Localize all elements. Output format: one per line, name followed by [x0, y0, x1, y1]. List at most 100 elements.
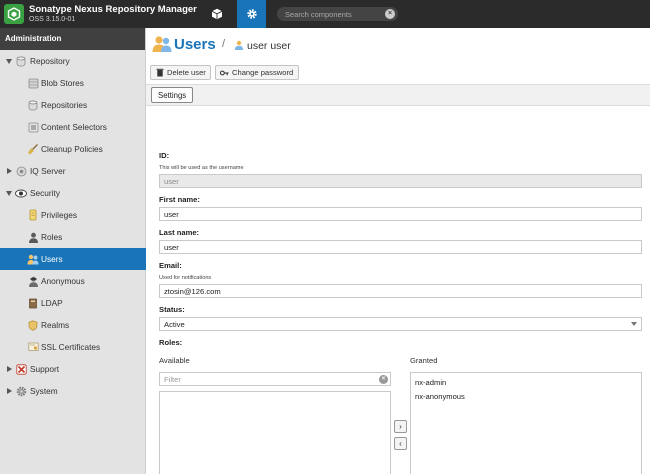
cube-icon [211, 8, 223, 20]
support-icon [15, 363, 27, 375]
trash-icon [155, 68, 164, 77]
sidebar-item-label: Anonymous [41, 276, 85, 286]
search-box[interactable]: × [277, 7, 398, 21]
sidebar-item-iq-server[interactable]: IQ Server [0, 160, 146, 182]
sidebar-item-cleanup-policies[interactable]: Cleanup Policies [0, 138, 146, 160]
sidebar-item-blob-stores[interactable]: Blob Stores [0, 72, 146, 94]
sidebar-item-label: Security [30, 188, 60, 198]
page-header: Users / user user [146, 28, 650, 62]
anonymous-icon [27, 275, 39, 287]
sidebar-item-label: Repositories [41, 100, 88, 110]
sidebar-item-system[interactable]: System [0, 380, 146, 402]
clear-search-icon[interactable]: × [385, 9, 395, 19]
roles-filter[interactable]: × [159, 372, 391, 386]
broom-icon [27, 143, 39, 155]
chevron-down-icon[interactable] [631, 322, 637, 326]
users-icon [152, 35, 172, 53]
granted-roles-label: Granted [410, 356, 438, 365]
medal-icon [27, 209, 39, 221]
sidebar-item-ssl-certificates[interactable]: SSL Certificates [0, 336, 146, 358]
id-label: ID: [159, 151, 170, 160]
granted-roles-list[interactable]: nx-admin nx-anonymous [410, 372, 642, 474]
sidebar-item-label: IQ Server [30, 166, 66, 176]
sidebar-item-roles[interactable]: Roles [0, 226, 146, 248]
email-field[interactable]: ztosin@126.com [159, 284, 642, 298]
user-icon [234, 40, 244, 50]
toolbar: Delete user Change password [146, 62, 650, 84]
first-name-field[interactable]: user [159, 207, 642, 221]
email-label: Email: [159, 261, 182, 270]
caret-right-icon[interactable] [5, 387, 13, 395]
caret-down-icon[interactable] [5, 189, 13, 197]
status-label: Status: [159, 305, 185, 314]
sidebar: Administration Repository Blob Stores Re… [0, 28, 146, 474]
sidebar-item-privileges[interactable]: Privileges [0, 204, 146, 226]
gear-icon [246, 9, 257, 19]
user-icon [27, 231, 39, 243]
sidebar-item-label: Support [30, 364, 60, 374]
page-subtitle: user user [247, 40, 291, 52]
page-title: Users [174, 36, 216, 53]
browse-button[interactable] [203, 0, 231, 28]
roles-filter-input[interactable] [164, 374, 369, 385]
last-name-field[interactable]: user [159, 240, 642, 254]
last-name-label: Last name: [159, 228, 200, 237]
clear-filter-icon[interactable]: × [379, 375, 388, 384]
change-password-button[interactable]: Change password [215, 65, 299, 80]
sidebar-item-label: Roles [41, 232, 63, 242]
sidebar-item-repository[interactable]: Repository [0, 50, 146, 72]
available-roles-label: Available [159, 356, 190, 365]
sidebar-item-label: Cleanup Policies [41, 144, 103, 154]
delete-user-button[interactable]: Delete user [150, 65, 211, 80]
move-right-button[interactable]: › [394, 420, 407, 433]
certificate-icon [27, 341, 39, 353]
sidebar-item-users[interactable]: Users [0, 248, 146, 270]
search-input[interactable] [285, 7, 381, 21]
id-field: user [159, 174, 642, 188]
main-panel: Users / user user Delete user Change pas… [146, 28, 650, 474]
sidebar-item-label: SSL Certificates [41, 342, 101, 352]
move-left-button[interactable]: ‹ [394, 437, 407, 450]
caret-down-icon[interactable] [5, 57, 13, 65]
sidebar-item-label: Realms [41, 320, 70, 330]
database-icon [15, 55, 27, 67]
sidebar-item-label: Privileges [41, 210, 77, 220]
shield-icon [27, 319, 39, 331]
list-item[interactable]: nx-admin [415, 378, 446, 387]
sidebar-item-realms[interactable]: Realms [0, 314, 146, 336]
email-help: Used for notifications [159, 275, 212, 281]
user-settings-form: ID: This will be used as the username us… [146, 106, 650, 474]
sidebar-item-ldap[interactable]: LDAP [0, 292, 146, 314]
status-select[interactable]: Active [159, 317, 642, 331]
sidebar-item-support[interactable]: Support [0, 358, 146, 380]
sidebar-item-content-selectors[interactable]: Content Selectors [0, 116, 146, 138]
sidebar-item-label: System [30, 386, 58, 396]
gear-icon [15, 385, 27, 397]
key-icon [220, 68, 229, 77]
sidebar-item-label: Blob Stores [41, 78, 84, 88]
id-help: This will be used as the username [159, 165, 244, 171]
list-item[interactable]: nx-anonymous [415, 392, 465, 401]
roles-label: Roles: [159, 338, 183, 347]
nexus-logo-icon[interactable] [4, 4, 24, 24]
sidebar-item-anonymous[interactable]: Anonymous [0, 270, 146, 292]
caret-right-icon[interactable] [5, 167, 13, 175]
iq-server-icon [15, 165, 27, 177]
eye-icon [15, 187, 27, 199]
first-name-label: First name: [159, 195, 200, 204]
administration-button[interactable] [237, 0, 266, 28]
sidebar-item-repositories[interactable]: Repositories [0, 94, 146, 116]
tab-settings[interactable]: Settings [151, 87, 194, 103]
delete-user-label: Delete user [167, 68, 206, 77]
users-icon [27, 253, 39, 265]
app-version: OSS 3.15.0-01 [29, 16, 76, 23]
status-value: Active [164, 320, 185, 329]
database-icon [27, 99, 39, 111]
sidebar-item-security[interactable]: Security [0, 182, 146, 204]
available-roles-list[interactable] [159, 391, 391, 474]
breadcrumb-separator: / [222, 38, 226, 50]
sidebar-item-label: Content Selectors [41, 122, 107, 132]
sidebar-title: Administration [0, 28, 145, 50]
sidebar-item-label: Users [41, 254, 63, 264]
caret-right-icon[interactable] [5, 365, 13, 373]
